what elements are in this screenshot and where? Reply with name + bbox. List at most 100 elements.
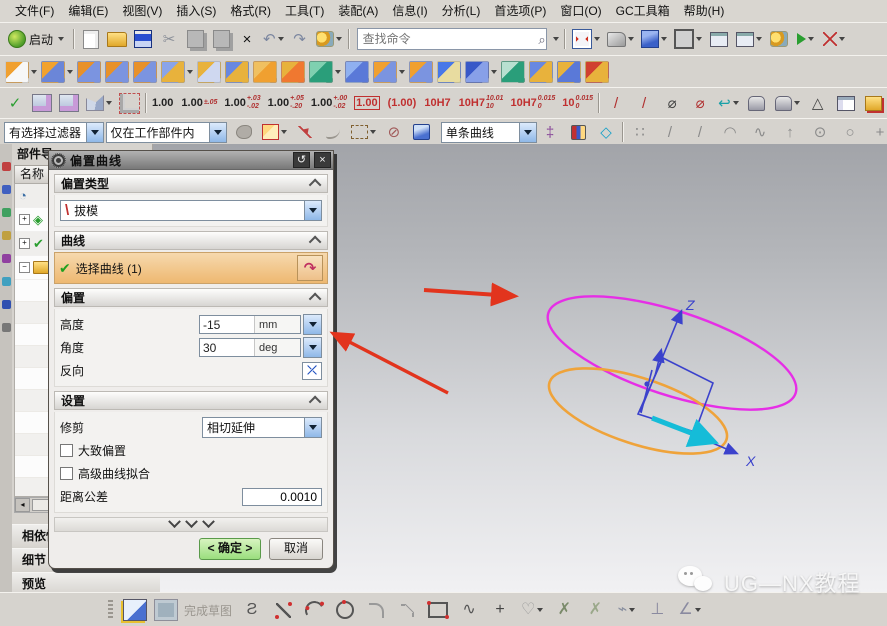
trim-mold-icon[interactable]: [372, 60, 406, 84]
chevron-down-icon[interactable]: [552, 37, 559, 41]
diameter-icon[interactable]: ⌀: [661, 91, 683, 115]
resource-icon[interactable]: [1, 185, 11, 194]
snap-spline-icon[interactable]: ∿: [749, 120, 771, 144]
tolerance-table-icon[interactable]: [835, 91, 857, 115]
paste-icon[interactable]: [210, 27, 232, 51]
stamp-icon[interactable]: [746, 91, 768, 115]
teal-box-icon[interactable]: [500, 60, 526, 84]
annotation-plus-icon[interactable]: [863, 91, 885, 115]
fillet-icon[interactable]: [365, 598, 387, 622]
close-button[interactable]: ×: [314, 152, 331, 168]
quick-extend-icon[interactable]: ✗: [584, 598, 606, 622]
menu-item[interactable]: 编辑(E): [61, 0, 115, 22]
gold-boxes-icon[interactable]: [528, 60, 554, 84]
parting-object-icon[interactable]: [308, 60, 342, 84]
expander-icon[interactable]: +: [19, 214, 30, 225]
resource-icon[interactable]: [1, 208, 11, 217]
circle-icon[interactable]: [334, 598, 356, 622]
spot-group-icon[interactable]: [252, 60, 278, 84]
open-file-icon[interactable]: [106, 27, 128, 51]
check-regions-icon[interactable]: [160, 60, 194, 84]
mold-wizard-icon[interactable]: [40, 60, 74, 84]
combo-arrow-icon[interactable]: [519, 122, 536, 142]
orient-view-icon[interactable]: [640, 27, 668, 51]
studio-spline-icon[interactable]: ∿: [458, 598, 480, 622]
slash-dim-icon[interactable]: /: [605, 91, 627, 115]
section-offset-type[interactable]: 偏置类型: [54, 174, 328, 193]
reset-button[interactable]: ↺: [293, 152, 310, 168]
menu-item[interactable]: 文件(F): [8, 0, 61, 22]
selection-scope-combo[interactable]: 仅在工作部件内: [105, 121, 227, 143]
unfold-view-icon[interactable]: [85, 91, 113, 115]
magnet-icon[interactable]: [567, 120, 589, 144]
combo-arrow-icon[interactable]: [304, 418, 321, 437]
curve-grey-icon[interactable]: [322, 120, 344, 144]
line-icon[interactable]: [272, 598, 294, 622]
menu-item[interactable]: 首选项(P): [487, 0, 553, 22]
new-window-icon[interactable]: [735, 27, 763, 51]
pattern-grid2-icon[interactable]: [58, 91, 80, 115]
resource-icon[interactable]: [1, 162, 11, 171]
menu-item[interactable]: 插入(S): [169, 0, 223, 22]
menu-item[interactable]: 格式(R): [223, 0, 278, 22]
dim-upper[interactable]: 1.00 +.05 -.20: [268, 95, 304, 110]
menu-item[interactable]: 视图(V): [115, 0, 169, 22]
select-hand-icon[interactable]: [233, 120, 255, 144]
fit-view-icon[interactable]: [571, 27, 601, 51]
menu-item[interactable]: 分析(L): [435, 0, 488, 22]
swoosh-tool-icon[interactable]: [436, 60, 462, 84]
dialog-title-bar[interactable]: 偏置曲线 ↺ ×: [49, 151, 333, 170]
snap-pole-icon[interactable]: ↑: [779, 120, 801, 144]
expander-icon[interactable]: −: [19, 262, 30, 273]
snap-point-icon[interactable]: +: [869, 120, 887, 144]
snap-arc-icon[interactable]: ◠: [719, 120, 741, 144]
snap-center-icon[interactable]: ⊙: [809, 120, 831, 144]
chamfer-icon[interactable]: [396, 598, 418, 622]
tolerance-input[interactable]: [242, 487, 322, 506]
workpiece-icon[interactable]: [132, 60, 158, 84]
height-options-button[interactable]: [303, 314, 322, 335]
arc-icon[interactable]: [302, 598, 326, 622]
corner-section-icon[interactable]: [118, 91, 140, 115]
resource-icon[interactable]: [1, 254, 11, 263]
toolbar-grip[interactable]: [108, 600, 113, 620]
snap-quadrant-icon[interactable]: ○: [839, 120, 861, 144]
undo-icon[interactable]: ↶: [262, 27, 285, 51]
dim-fit-tol[interactable]: 10H7 0.015 0: [510, 95, 555, 110]
intersect-stop-icon[interactable]: ‡: [539, 120, 561, 144]
add-curve-icon[interactable]: [294, 120, 316, 144]
dim-sym[interactable]: 1.00 ±.05: [181, 97, 217, 109]
snap-endpoint-icon[interactable]: /: [659, 120, 681, 144]
window-icon[interactable]: [708, 27, 730, 51]
auto-dimension-icon[interactable]: ∠: [677, 598, 701, 622]
extract-region-icon[interactable]: [196, 60, 222, 84]
finish-sketch-label[interactable]: 完成草图: [184, 602, 232, 619]
combo-arrow-icon[interactable]: [85, 122, 103, 142]
offset-type-combo[interactable]: \ 拔模: [60, 200, 322, 221]
combo-arrow-icon[interactable]: [304, 201, 321, 220]
height-input[interactable]: [200, 316, 254, 333]
menu-item[interactable]: 帮助(H): [677, 0, 732, 22]
make-corner-icon[interactable]: ⌁: [615, 598, 637, 622]
solid-cube-icon[interactable]: [411, 120, 433, 144]
approx-offset-checkbox[interactable]: [60, 444, 73, 457]
menu-item[interactable]: GC工具箱: [609, 0, 677, 22]
section-offset[interactable]: 偏置: [54, 288, 328, 307]
redo-icon[interactable]: ↷: [289, 27, 311, 51]
define-regions-icon[interactable]: [224, 60, 250, 84]
copy-icon[interactable]: [184, 27, 206, 51]
resource-icon[interactable]: [1, 277, 11, 286]
measure-spark-icon[interactable]: [822, 27, 846, 51]
profile-icon[interactable]: Ƨ: [241, 598, 263, 622]
rendering-style-icon[interactable]: [673, 27, 703, 51]
save-icon[interactable]: [132, 27, 154, 51]
section-settings[interactable]: 设置: [54, 391, 328, 410]
red-marked-box-icon[interactable]: [584, 60, 610, 84]
sketch-task-icon[interactable]: [122, 598, 148, 622]
slash-dim2-icon[interactable]: /: [633, 91, 655, 115]
stamp2-icon[interactable]: [774, 91, 801, 115]
dim-plain[interactable]: 1.00: [152, 97, 174, 109]
cavity-block-icon[interactable]: [76, 60, 102, 84]
resource-icon[interactable]: [1, 323, 11, 332]
finish-sketch-icon[interactable]: [153, 598, 179, 622]
